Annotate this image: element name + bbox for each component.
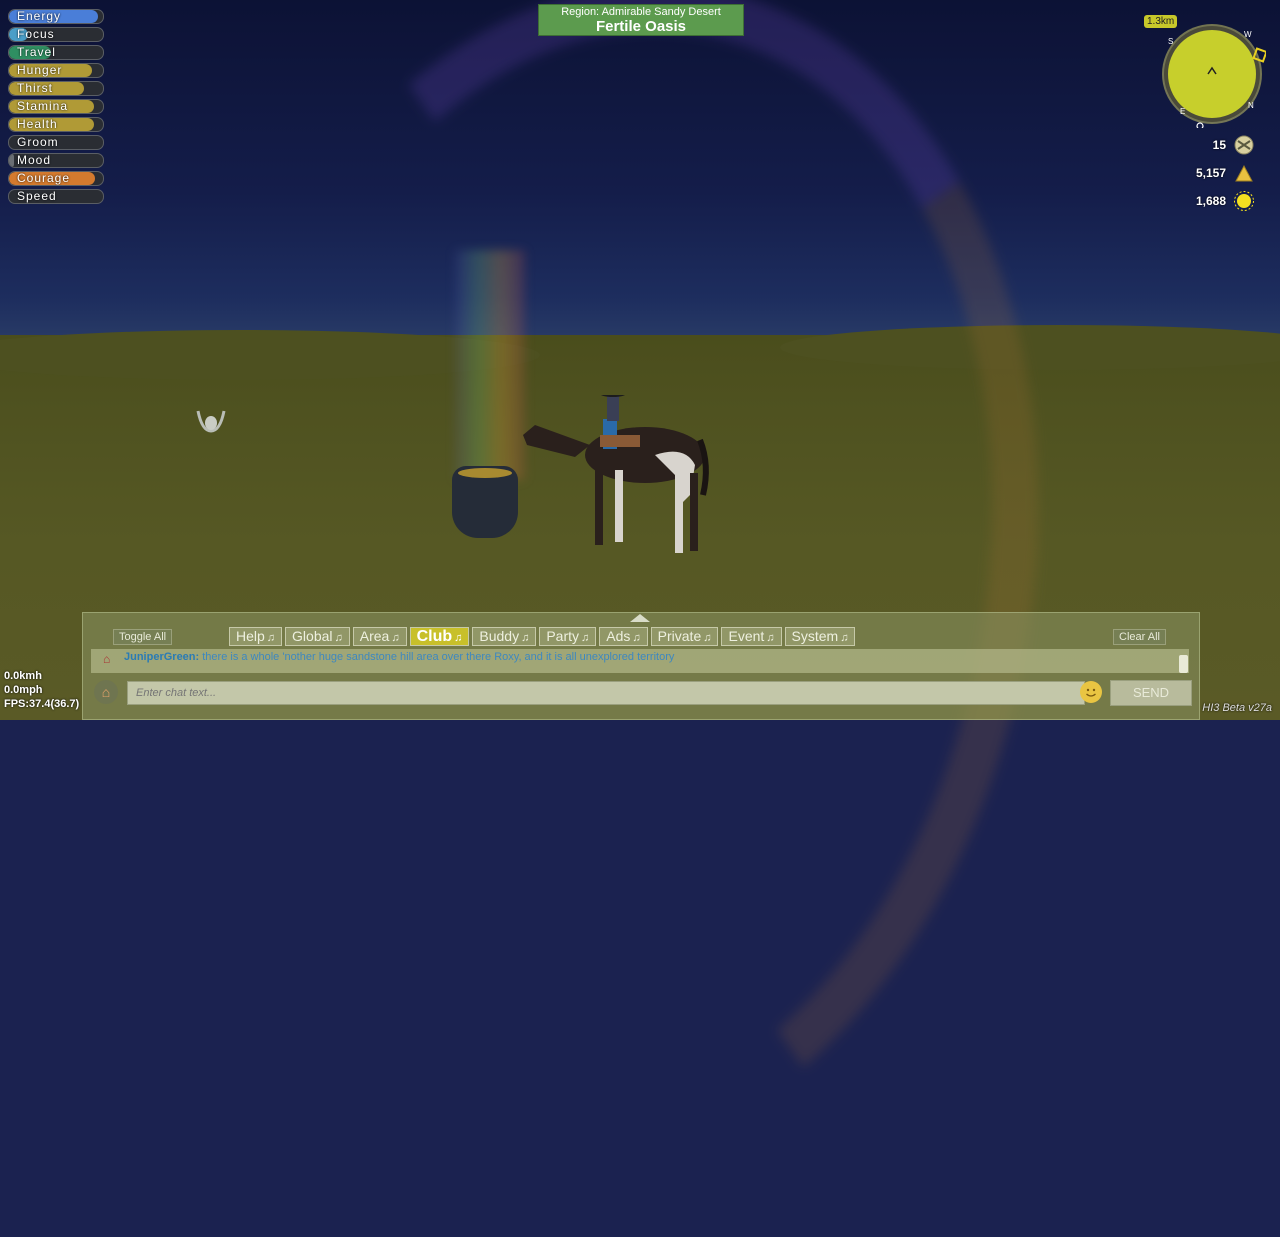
stat-bar-health: Health <box>8 117 104 132</box>
pot-rim <box>458 468 512 478</box>
music-note-icon: ♫ <box>766 632 775 644</box>
tab-global[interactable]: Global ♫ <box>285 627 350 646</box>
stat-label: Speed <box>17 189 57 203</box>
tab-label: Area <box>359 628 390 644</box>
music-note-icon: ♫ <box>521 632 530 644</box>
message-text: there is a whole 'nother huge sandstone … <box>202 651 675 663</box>
stat-bars: Energy Focus Travel Hunger Thirst Stamina Heal… <box>8 9 104 207</box>
music-note-icon: ♫ <box>581 632 590 644</box>
currency-sun: 1,688 <box>1196 190 1254 212</box>
player-horse-and-rider[interactable] <box>515 395 715 560</box>
stat-label: Health <box>17 117 58 131</box>
gold-pile-icon <box>1235 164 1253 182</box>
compass-letter: W <box>1244 30 1252 39</box>
distance-label: 1.3km <box>1144 15 1178 28</box>
tab-system[interactable]: System ♫ <box>784 627 856 646</box>
currency-value: 1,688 <box>1195 194 1226 208</box>
toggle-all-button[interactable]: Toggle All <box>113 629 173 645</box>
stat-bar-energy: Energy <box>8 9 104 24</box>
chat-input[interactable] <box>127 681 1085 705</box>
stat-bar-mood: Mood <box>8 153 104 168</box>
tab-buddy[interactable]: Buddy ♫ <box>472 627 537 646</box>
speed-mph: 0.0mph <box>4 684 43 696</box>
tab-label: Private <box>657 628 702 644</box>
tab-label: Global <box>292 628 333 644</box>
chat-scrollbar[interactable] <box>1179 655 1188 673</box>
tab-label: System <box>791 628 839 644</box>
region-name: Fertile Oasis <box>595 18 687 35</box>
tab-area[interactable]: Area ♫ <box>352 627 407 646</box>
clear-all-button[interactable]: Clear All <box>1113 629 1166 645</box>
tab-event[interactable]: Event ♫ <box>721 627 782 646</box>
sun-coin-icon <box>1234 191 1254 211</box>
tab-party[interactable]: Party ♫ <box>539 627 597 646</box>
stat-label: Courage <box>17 171 71 185</box>
currency-value: 5,157 <box>1195 166 1226 180</box>
speed-kmh: 0.0kmh <box>4 670 42 682</box>
stat-bar-groom: Groom <box>8 135 104 150</box>
version-label: HI3 Beta v27a <box>1202 702 1272 714</box>
tab-ads[interactable]: Ads ♫ <box>599 627 648 646</box>
currency-value: 15 <box>1212 138 1226 152</box>
compass-minimap[interactable]: W S E N <box>1158 20 1266 128</box>
fps-counter: FPS:37.4(36.7) <box>4 698 80 710</box>
send-button[interactable]: SEND <box>1110 680 1192 706</box>
tab-label: Buddy <box>479 628 520 644</box>
stat-label: Focus <box>17 27 55 41</box>
stat-bar-thirst: Thirst <box>8 81 104 96</box>
stat-bar-speed: Speed <box>8 189 104 204</box>
music-note-icon: ♫ <box>703 632 712 644</box>
stat-label: Hunger <box>17 63 63 77</box>
cattle-skull-icon[interactable] <box>194 405 228 435</box>
tab-private[interactable]: Private ♫ <box>650 627 719 646</box>
home-button[interactable]: ⌂ <box>94 680 118 704</box>
compass-letter: N <box>1248 101 1254 110</box>
region-banner: Region: Admirable Sandy Desert Fertile O… <box>538 4 744 36</box>
currency-ribbons: 15 <box>1213 134 1254 156</box>
emoji-button[interactable] <box>1080 681 1102 703</box>
club-house-icon: ⌂ <box>103 652 111 666</box>
region-subtitle: Region: Admirable Sandy Desert <box>561 6 721 18</box>
stat-label: Stamina <box>17 99 69 113</box>
chat-message: JuniperGreen: there is a whole 'nother h… <box>124 651 674 663</box>
stat-label: Thirst <box>17 81 53 95</box>
tab-club[interactable]: Club ♫ <box>409 627 470 646</box>
stat-bar-focus: Focus <box>8 27 104 42</box>
stat-label: Mood <box>17 153 52 167</box>
music-note-icon: ♫ <box>391 632 400 644</box>
music-note-icon: ♫ <box>840 632 849 644</box>
tab-label: Club <box>416 628 453 645</box>
stat-bar-hunger: Hunger <box>8 63 104 78</box>
compass-letter: E <box>1180 107 1185 116</box>
music-note-icon: ♫ <box>454 632 463 644</box>
chat-expand-caret-icon[interactable] <box>630 614 650 622</box>
ribbon-token-icon <box>1234 135 1254 155</box>
stat-bar-stamina: Stamina <box>8 99 104 114</box>
tab-label: Help <box>236 628 265 644</box>
stat-label: Energy <box>17 9 62 23</box>
currency-gold: 5,157 <box>1196 162 1254 184</box>
music-note-icon: ♫ <box>632 632 641 644</box>
stat-bar-travel: Travel <box>8 45 104 60</box>
music-note-icon: ♫ <box>334 632 343 644</box>
tab-label: Event <box>728 628 765 644</box>
compass-letter: S <box>1168 37 1173 46</box>
house-icon: ⌂ <box>101 684 111 700</box>
speed-readout: 0.0kmh 0.0mph FPS:37.4(36.7) <box>4 669 79 711</box>
tab-help[interactable]: Help ♫ <box>229 627 283 646</box>
chat-message-list[interactable]: ⌂ JuniperGreen: there is a whole 'nother… <box>91 649 1189 673</box>
tab-label: Party <box>546 628 580 644</box>
music-note-icon: ♫ <box>266 632 276 644</box>
message-username[interactable]: JuniperGreen: <box>124 651 199 663</box>
stat-label: Groom <box>17 135 59 149</box>
stat-label: Travel <box>17 45 56 59</box>
stat-bar-courage: Courage <box>8 171 104 186</box>
tab-label: Ads <box>606 628 631 644</box>
chat-tabs: Help ♫ Global ♫ Area ♫ Club ♫ Buddy ♫ Party ♫ Ads ♫ Pr… <box>229 627 856 646</box>
stat-fill <box>9 154 14 167</box>
